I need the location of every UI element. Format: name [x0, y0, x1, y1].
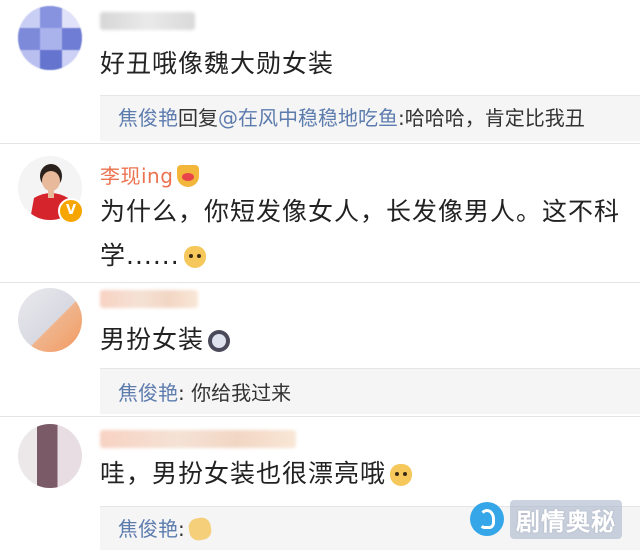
- clapping-hands-emoji: [187, 516, 213, 542]
- reply-box[interactable]: 焦俊艳: 你给我过来: [100, 368, 640, 414]
- reply-author[interactable]: 焦俊艳: [118, 517, 178, 541]
- comment-text: 男扮女装: [100, 318, 231, 362]
- comment-text-line-part: 学......: [100, 241, 180, 270]
- divider: [0, 282, 640, 283]
- crown-emoji: [177, 165, 200, 187]
- crying-face-emoji: [208, 330, 231, 352]
- blurred-username: [100, 430, 296, 448]
- reply-text: :: [178, 517, 185, 541]
- verified-badge: V: [58, 198, 84, 224]
- reply-box[interactable]: 焦俊艳回复@在风中稳稳地吃鱼:哈哈哈，肯定比我丑: [100, 95, 640, 141]
- avatar[interactable]: [18, 424, 82, 488]
- blurred-username: [100, 290, 198, 308]
- avatar[interactable]: [18, 6, 82, 70]
- dog-face-emoji: [183, 246, 206, 268]
- reply-mention[interactable]: @在风中稳稳地吃鱼: [218, 106, 398, 130]
- comment-text-body: 哇，男扮女装也很漂亮哦: [100, 459, 387, 488]
- circle-logo-icon: [470, 502, 504, 536]
- avatar[interactable]: [18, 288, 82, 352]
- reply-verb: 回复: [178, 106, 218, 130]
- blurred-username: [100, 12, 195, 30]
- divider: [0, 143, 640, 144]
- watermark: 剧情奥秘: [470, 494, 622, 544]
- reply-text: : 你给我过来: [178, 381, 292, 405]
- username[interactable]: 李现ing: [100, 160, 200, 189]
- comment-text-body: 男扮女装: [100, 325, 205, 354]
- comment-text-line: 为什么，你短发像女人，长发像男人。这不科: [100, 197, 621, 226]
- reply-author[interactable]: 焦俊艳: [118, 381, 178, 405]
- reply-author[interactable]: 焦俊艳: [118, 106, 178, 130]
- divider: [0, 416, 640, 417]
- comment-text: 为什么，你短发像女人，长发像男人。这不科 学......: [100, 190, 620, 278]
- comment-text: 好丑哦像魏大勋女装: [100, 49, 335, 78]
- username-text[interactable]: 李现ing: [100, 164, 173, 188]
- watermark-text: 剧情奥秘: [510, 499, 622, 539]
- dog-face-emoji: [390, 464, 413, 486]
- reply-text: :哈哈哈，肯定比我丑: [398, 106, 585, 130]
- comment-text: 哇，男扮女装也很漂亮哦: [100, 452, 413, 496]
- comment-text-line-2: 学......: [100, 234, 620, 278]
